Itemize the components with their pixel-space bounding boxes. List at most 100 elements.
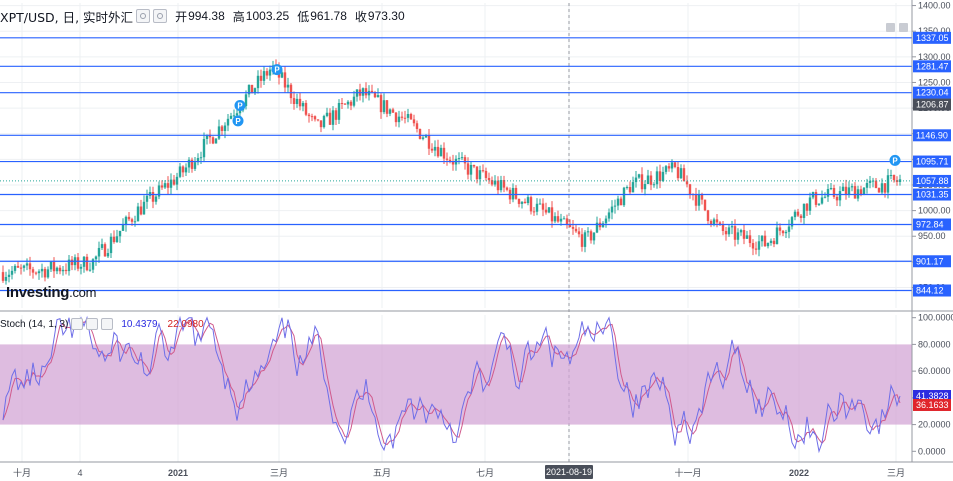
candle-body xyxy=(640,174,644,190)
candle-body xyxy=(265,71,269,76)
candle-body xyxy=(556,216,560,222)
candle-body xyxy=(361,88,365,96)
candle-body xyxy=(892,175,896,181)
candle-body xyxy=(124,216,128,225)
candle-body xyxy=(577,231,581,235)
stoch-k-value: 10.4379 xyxy=(121,318,158,330)
candle-body xyxy=(601,223,605,228)
stoch-tick-label: 100.0000 xyxy=(918,313,953,323)
close-icon[interactable] xyxy=(101,318,114,330)
candle-body xyxy=(43,268,47,278)
candle-body xyxy=(781,230,785,234)
candle-body xyxy=(235,113,239,116)
candle-body xyxy=(562,218,566,220)
stoch-title[interactable]: Stoch (14, 1, 3) xyxy=(0,319,68,330)
open-value: 994.38 xyxy=(188,9,225,23)
candle-body xyxy=(739,230,743,233)
candle-body xyxy=(517,198,521,204)
candle-body xyxy=(178,166,182,177)
candle-body xyxy=(103,244,107,257)
stoch-overbought-oversold-band xyxy=(0,344,912,425)
candle-body xyxy=(841,186,845,192)
candle-body xyxy=(793,211,797,218)
candle-body xyxy=(607,212,611,219)
candle-body xyxy=(856,189,860,199)
candle-body xyxy=(181,166,185,173)
candle-body xyxy=(106,253,110,257)
candle-body xyxy=(697,194,701,206)
candle-body xyxy=(52,261,56,272)
candle-body xyxy=(22,265,26,268)
candle-body xyxy=(694,194,698,206)
candle-body xyxy=(364,88,368,96)
candle-body xyxy=(319,120,323,128)
candle-body xyxy=(100,244,104,248)
candle-body xyxy=(40,268,44,272)
stoch-d-value: 22.0980 xyxy=(167,318,204,330)
candle-body xyxy=(325,112,329,117)
candle-body xyxy=(727,227,731,235)
stoch-tick-label: 60.0000 xyxy=(918,366,951,376)
settings-icon[interactable] xyxy=(86,318,99,330)
eye-icon[interactable] xyxy=(71,318,84,330)
candle-body xyxy=(604,218,608,224)
candle-body xyxy=(409,114,413,120)
candle-body xyxy=(13,265,17,271)
time-tick-label: 2021 xyxy=(168,468,188,478)
candle-body xyxy=(583,232,587,247)
candle-body xyxy=(559,218,563,222)
candle-body xyxy=(25,263,29,266)
candle-body xyxy=(76,257,80,269)
candle-body xyxy=(550,207,554,222)
candle-body xyxy=(571,227,575,229)
candle-body xyxy=(877,188,881,193)
candle-body xyxy=(817,203,821,205)
candle-body xyxy=(505,187,509,190)
price-chart[interactable]: PPPP 850.00900.00950.001000.001050.00110… xyxy=(0,0,953,481)
eye-icon[interactable] xyxy=(136,9,151,23)
candle-body xyxy=(649,175,653,185)
candle-body xyxy=(136,206,140,222)
candle-body xyxy=(193,162,197,169)
low-label: 低 xyxy=(297,9,310,24)
high-label: 高 xyxy=(232,9,245,24)
candle-body xyxy=(769,240,773,243)
candle-body xyxy=(778,227,782,231)
candle-body xyxy=(472,164,476,167)
price-labels: 1337.05 1281.47 1230.04 1146.90 1095.71 1031.… xyxy=(913,31,951,411)
candle-body xyxy=(862,187,866,195)
candle-body xyxy=(376,95,380,98)
candle-body xyxy=(784,231,788,234)
candle-body xyxy=(541,203,545,210)
candle-body xyxy=(349,101,353,106)
candle-body xyxy=(658,171,662,181)
stoch-tick-label: 80.0000 xyxy=(918,339,951,349)
candle-body xyxy=(544,209,548,213)
candle-body xyxy=(133,221,137,223)
candle-body xyxy=(730,226,734,228)
candle-body xyxy=(754,248,758,250)
candle-body xyxy=(883,183,887,193)
stoch-d-label: 36.1633 xyxy=(916,400,949,410)
candle-body xyxy=(148,192,152,196)
pane-collapse-icon[interactable] xyxy=(886,23,895,32)
candle-body xyxy=(820,197,824,204)
candle-body xyxy=(511,187,515,200)
low-value: 961.78 xyxy=(310,9,347,23)
candle-body xyxy=(163,183,167,188)
candle-body xyxy=(202,138,206,158)
candle-body xyxy=(316,119,320,121)
settings-icon[interactable] xyxy=(153,9,168,23)
candle-body xyxy=(712,219,716,225)
candle-body xyxy=(481,170,485,172)
candle-body xyxy=(748,235,752,244)
symbol-title[interactable]: XPT/USD, 日, 实时外汇 xyxy=(0,7,133,26)
candle-body xyxy=(352,96,356,106)
candle-body xyxy=(139,206,143,215)
candle-body xyxy=(340,103,344,105)
candle-body xyxy=(715,219,719,223)
candle-body xyxy=(823,196,827,198)
pane-maximize-icon[interactable] xyxy=(899,23,908,32)
candle-body xyxy=(532,211,536,213)
p-marker-label: P xyxy=(237,102,243,111)
